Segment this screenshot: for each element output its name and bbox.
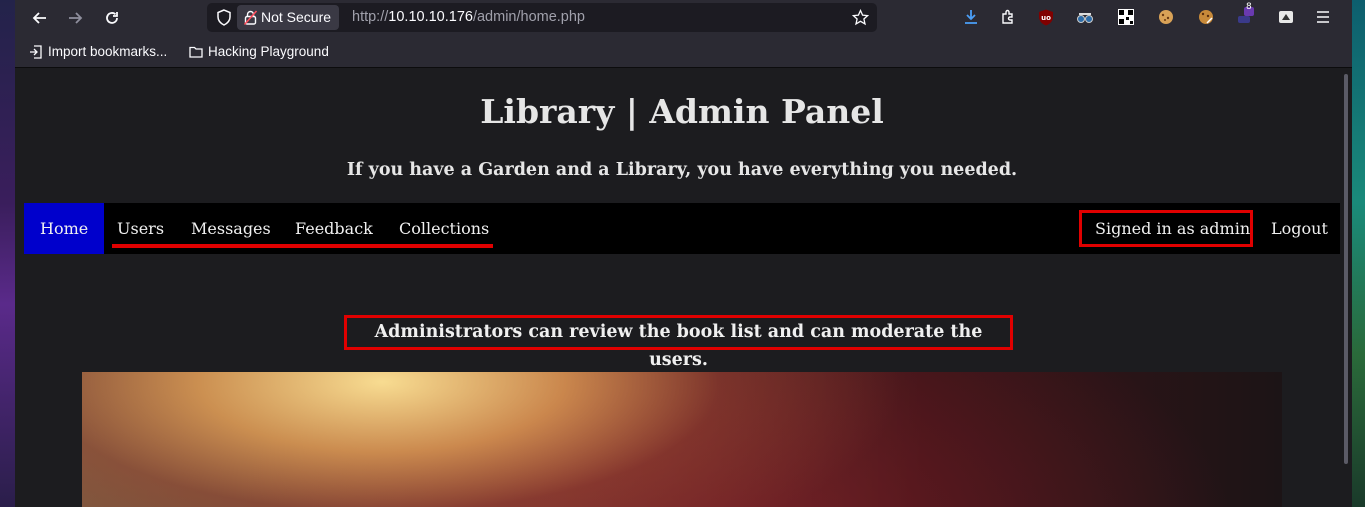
puzzle-icon [1002,9,1013,24]
page-scrollbar[interactable] [1344,74,1348,464]
hero-image [82,372,1282,507]
reload-icon [106,12,118,24]
bookmarks-bar: Import bookmarks... Hacking Playground [15,36,1352,68]
spy-glasses-icon [1077,13,1093,23]
insecure-lock-icon [244,10,257,25]
extension-badge-count: 8 [1246,2,1252,12]
forward-button[interactable] [63,6,87,30]
ublock-extension[interactable]: uo [1036,7,1056,27]
container-icon [1279,11,1293,23]
folder-icon [189,46,203,58]
back-button[interactable] [28,6,52,30]
cookie-icon [1159,10,1173,24]
cookie-editor-icon [1199,10,1213,24]
app-menu-button[interactable] [1313,7,1333,27]
cookie-editor-extension[interactable] [1196,7,1216,27]
url-prefix: http:// [352,9,389,25]
bookmark-folder-hacking-playground[interactable]: Hacking Playground [189,44,329,59]
reload-button[interactable] [100,6,124,30]
hamburger-menu-icon [1317,11,1329,23]
url-path: /admin/home.php [472,9,585,25]
ublock-icon: uo [1039,9,1053,25]
back-arrow-icon [32,12,46,24]
bookmark-import[interactable]: Import bookmarks... [29,44,167,59]
security-indicator[interactable]: Not Secure [237,5,340,30]
nav-home[interactable]: Home [24,203,105,254]
qr-code-extension[interactable] [1116,7,1136,27]
browser-window: Not Secure http://10.10.10.176/admin/hom… [15,0,1352,507]
import-icon [30,44,42,59]
badge-extension-icon [1238,7,1254,23]
extensions-button[interactable] [998,7,1018,27]
desktop-background-left [0,0,15,507]
bookmark-label: Hacking Playground [208,44,329,59]
downloads-button[interactable] [961,7,981,27]
qr-code-icon [1118,9,1134,25]
nav-logout[interactable]: Logout [1271,203,1328,254]
cookie-extension[interactable] [1156,7,1176,27]
signed-in-status: Signed in as admin [1095,219,1251,238]
address-bar[interactable]: Not Secure http://10.10.10.176/admin/hom… [207,3,877,32]
bookmark-star-icon[interactable] [852,9,869,26]
highlight-underline [112,244,493,248]
site-tagline: If you have a Garden and a Library, you … [346,160,1018,180]
admin-notice: Administrators can review the book list … [344,315,1013,370]
forward-arrow-icon [69,12,83,24]
url-text[interactable]: http://10.10.10.176/admin/home.php [352,3,585,32]
tracking-shield-icon[interactable] [217,9,231,26]
admin-navbar: Home Users Messages Feedback Collections… [24,203,1340,254]
bookmark-label: Import bookmarks... [48,44,168,59]
browser-toolbar: Not Secure http://10.10.10.176/admin/hom… [15,0,1352,36]
download-icon [965,10,977,24]
badge-extension[interactable]: 8 [1235,2,1255,27]
container-extension[interactable] [1276,7,1296,27]
svg-text:uo: uo [1041,14,1051,22]
site-title: Library | Admin Panel [480,92,884,131]
desktop-background-right [1352,0,1365,507]
security-label: Not Secure [261,9,332,25]
url-host: 10.10.10.176 [388,9,473,25]
page-content: Library | Admin Panel If you have a Gard… [15,68,1352,507]
privacy-extension[interactable] [1075,7,1095,27]
